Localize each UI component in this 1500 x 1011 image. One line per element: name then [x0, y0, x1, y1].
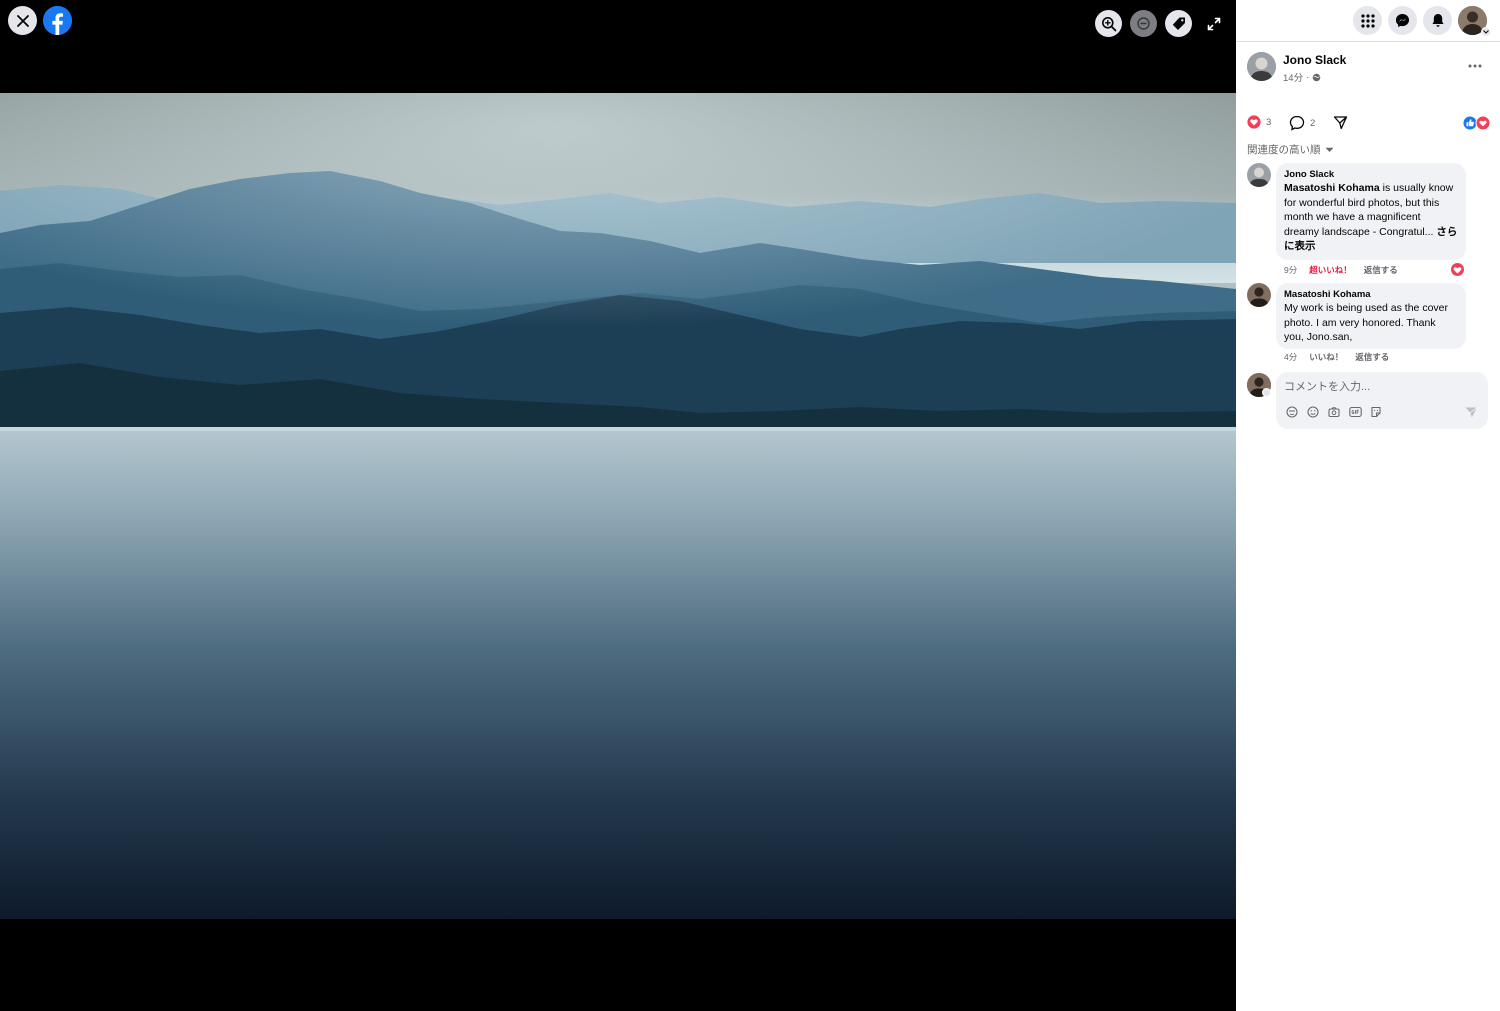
- chevron-down-icon: [1483, 30, 1489, 34]
- share-button[interactable]: [1333, 115, 1348, 130]
- post-options-button[interactable]: [1465, 58, 1485, 74]
- camera-icon: [1328, 407, 1340, 418]
- comment-time[interactable]: 4分: [1284, 351, 1297, 363]
- more-options-icon: [1468, 64, 1482, 68]
- post-header: Jono Slack 14分 ·: [1247, 52, 1497, 86]
- comment-item: Jono Slack Masatoshi Kohama is usually k…: [1247, 163, 1492, 276]
- post-time[interactable]: 14分: [1283, 70, 1303, 84]
- facebook-logo-icon: [43, 6, 72, 35]
- comment-count: 2: [1310, 117, 1316, 129]
- close-viewer-button[interactable]: [8, 6, 37, 35]
- composer-avatar-badge[interactable]: [1262, 388, 1271, 397]
- comment-composer: [1247, 372, 1492, 430]
- comment-author[interactable]: Jono Slack: [1284, 168, 1458, 181]
- zoom-in-icon: [1101, 16, 1116, 31]
- menu-grid-icon: [1360, 13, 1375, 28]
- comment-actions: 9分 超いいね！ 返信する: [1284, 264, 1398, 276]
- reply-button[interactable]: 返信する: [1355, 351, 1389, 363]
- avatar-sticker-icon: [1286, 406, 1298, 418]
- comment-author[interactable]: Masatoshi Kohama: [1284, 288, 1458, 301]
- emoji-button[interactable]: [1306, 405, 1320, 419]
- post-author-avatar[interactable]: [1247, 52, 1276, 81]
- fullscreen-button[interactable]: [1200, 10, 1227, 37]
- reactions-bar: 3 2: [1247, 113, 1491, 133]
- reaction-summary[interactable]: [1462, 115, 1492, 131]
- post-sidebar: Jono Slack 14分 · 3 2 関連度の高い順 Jono Slack …: [1236, 0, 1500, 1011]
- post-author-name[interactable]: Jono Slack: [1283, 53, 1346, 67]
- comment-bubble: Masatoshi Kohama My work is being used a…: [1276, 283, 1466, 349]
- tag-icon: [1172, 17, 1185, 30]
- sidebar-topbar: [1236, 0, 1500, 42]
- comment-bubble: Jono Slack Masatoshi Kohama is usually k…: [1276, 163, 1466, 260]
- avatar-sticker-button[interactable]: [1285, 405, 1299, 419]
- reaction-count: 3: [1266, 116, 1272, 128]
- photo-viewer: [0, 0, 1236, 1011]
- author-avatar-icon: [1247, 283, 1271, 307]
- facebook-logo-button[interactable]: [43, 6, 72, 35]
- comment-input[interactable]: [1284, 379, 1474, 395]
- like-button[interactable]: いいね！: [1309, 351, 1343, 363]
- globe-icon: [1312, 73, 1321, 81]
- zoom-in-button[interactable]: [1095, 10, 1122, 37]
- comment-body: My work is being used as the cover photo…: [1284, 302, 1448, 344]
- messenger-icon: [1395, 13, 1410, 28]
- zoom-out-icon: [1136, 16, 1150, 30]
- comment-actions: 4分 いいね！ 返信する: [1284, 351, 1389, 363]
- notifications-button[interactable]: [1423, 6, 1452, 35]
- send-icon: [1465, 407, 1478, 418]
- heart-icon: [1453, 266, 1462, 273]
- caret-down-icon: [1325, 147, 1333, 152]
- author-avatar-icon: [1247, 52, 1276, 81]
- fullscreen-icon: [1207, 17, 1220, 30]
- comment-button[interactable]: 2: [1289, 115, 1315, 131]
- tag-photo-button[interactable]: [1165, 10, 1192, 37]
- sticker-icon: [1371, 406, 1381, 418]
- composer-tools: [1285, 405, 1383, 419]
- share-icon: [1333, 116, 1348, 130]
- comment-icon: [1289, 115, 1305, 131]
- bell-icon: [1432, 14, 1443, 27]
- love-button[interactable]: 超いいね！: [1309, 264, 1352, 276]
- comment-reaction-badge[interactable]: [1451, 263, 1464, 276]
- gif-icon: [1348, 406, 1362, 418]
- account-menu-badge[interactable]: [1481, 27, 1491, 37]
- comment-time[interactable]: 9分: [1284, 264, 1297, 276]
- gif-button[interactable]: [1348, 405, 1362, 419]
- comment-author-avatar[interactable]: [1247, 163, 1271, 187]
- menu-button[interactable]: [1353, 6, 1382, 35]
- zoom-out-button[interactable]: [1130, 10, 1157, 37]
- sticker-button[interactable]: [1369, 405, 1383, 419]
- love-reaction-button[interactable]: 3: [1247, 115, 1271, 129]
- author-avatar-icon: [1247, 163, 1271, 187]
- sort-label: 関連度の高い順: [1247, 144, 1321, 156]
- post-meta: 14分 ·: [1283, 70, 1321, 84]
- like-love-icons: [1462, 115, 1491, 131]
- comment-sort-dropdown[interactable]: 関連度の高い順: [1247, 142, 1334, 157]
- comment-item: Masatoshi Kohama My work is being used a…: [1247, 283, 1492, 363]
- messenger-button[interactable]: [1388, 6, 1417, 35]
- composer-box: [1276, 372, 1488, 429]
- comment-author-avatar[interactable]: [1247, 283, 1271, 307]
- heart-icon: [1247, 115, 1261, 129]
- close-icon: [16, 14, 29, 27]
- cover-photo: [0, 93, 1236, 919]
- camera-button[interactable]: [1327, 405, 1341, 419]
- meta-separator: ·: [1306, 71, 1310, 83]
- comment-text: Masatoshi Kohama is usually know for won…: [1284, 181, 1458, 254]
- emoji-icon: [1307, 406, 1319, 418]
- mention-link[interactable]: Masatoshi Kohama: [1284, 182, 1380, 194]
- send-comment-button[interactable]: [1464, 405, 1478, 419]
- reply-button[interactable]: 返信する: [1364, 264, 1398, 276]
